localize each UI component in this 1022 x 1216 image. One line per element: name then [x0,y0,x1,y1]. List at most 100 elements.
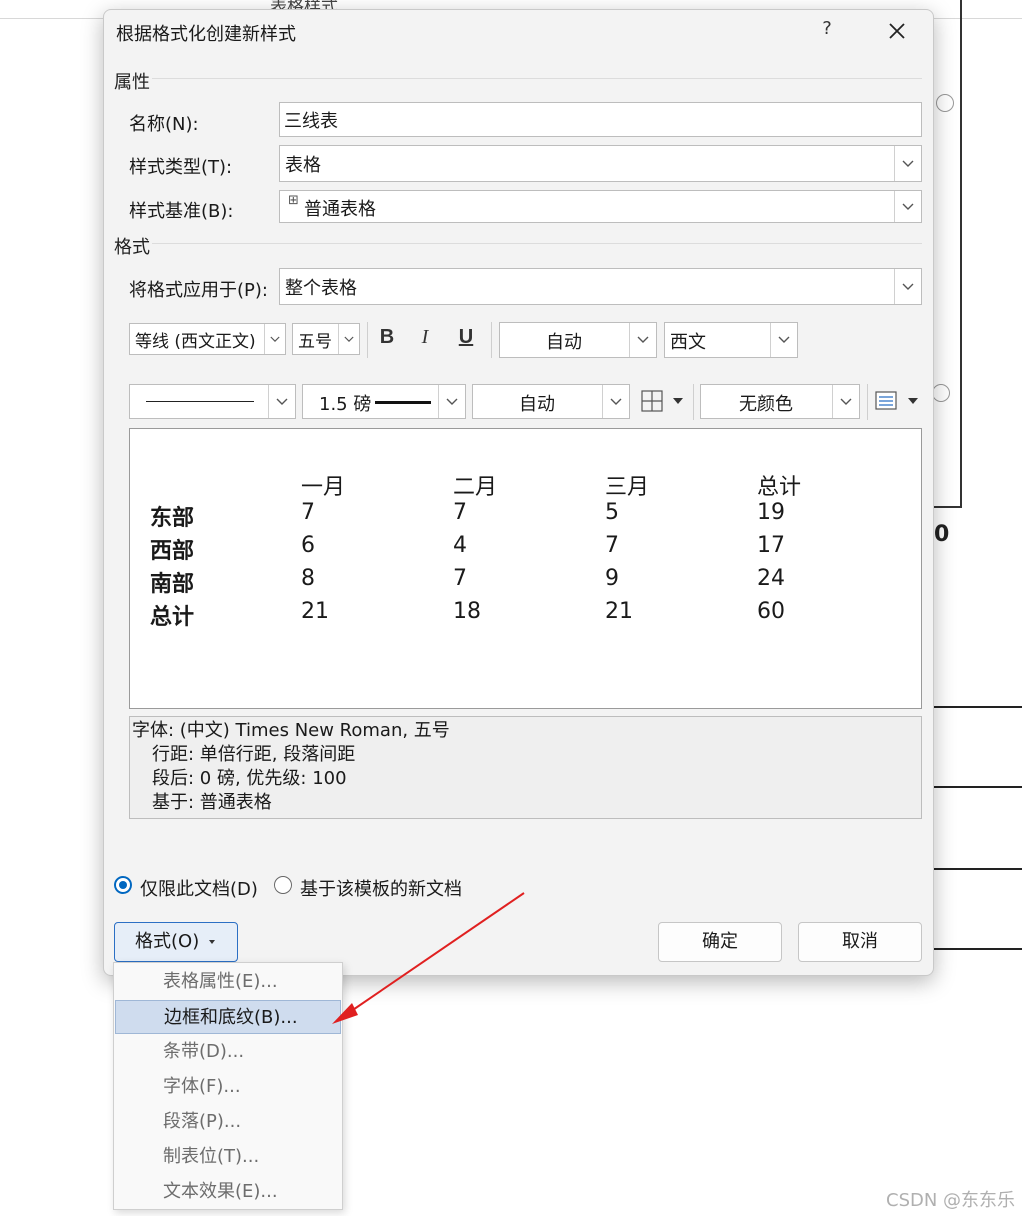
chevron-down-icon [894,269,921,304]
style-type-select[interactable]: 表格 [279,145,922,182]
section-divider [152,78,922,79]
chevron-down-icon [602,385,629,418]
font-select[interactable]: 等线 (西文正文) [129,323,286,355]
watermark: CSDN @东东乐 [886,1190,1016,1211]
preview-cell: 7 [453,566,467,591]
menu-item-table-properties[interactable]: 表格属性(E)... [115,965,341,999]
document-table-line [932,868,1022,870]
border-style-select[interactable] [129,384,296,419]
format-button-label: 格式(O) [135,931,200,952]
font-value: 等线 (西文正文) [135,332,256,352]
borders-button[interactable] [640,388,690,416]
section-divider [152,243,922,244]
shading-select[interactable]: 无颜色 [700,384,860,419]
alignment-button[interactable] [874,388,924,416]
font-size-select[interactable]: 五号 [292,323,360,355]
bold-button[interactable]: B [374,326,400,349]
border-weight-select[interactable]: 1.5 磅 [302,384,466,419]
toolbar-separator [367,322,368,358]
menu-item-label: 制表位(T)... [163,1146,260,1167]
style-based-value: 普通表格 [304,199,376,220]
chevron-down-icon [770,323,797,357]
underline-button[interactable]: U [453,326,479,349]
preview-cell: 7 [453,500,467,525]
preview-cell: 17 [757,533,785,558]
preview-cell: 60 [757,599,785,624]
document-table-line [932,786,1022,788]
script-select[interactable]: 西文 [664,322,798,358]
description-line: 基于: 普通表格 [152,792,272,813]
italic-button[interactable]: I [412,326,438,349]
style-based-select[interactable]: ⊞ 普通表格 [279,190,922,223]
chevron-down-icon [894,146,921,181]
preview-header: 一月 [301,475,346,500]
preview-cell: 18 [453,599,481,624]
format-section-label: 格式 [114,237,150,258]
font-color-select[interactable]: 自动 [499,322,657,358]
style-based-label: 样式基准(B): [129,201,234,222]
style-description: 字体: (中文) Times New Roman, 五号 行距: 单倍行距, 段… [129,716,922,819]
border-color-select[interactable]: 自动 [472,384,630,419]
chevron-down-icon [268,385,295,418]
toolbar-separator [867,384,868,420]
name-input[interactable]: 三线表 [279,102,922,137]
menu-item-borders-shading[interactable]: 边框和底纹(B)... [115,1000,341,1034]
menu-item-label: 段落(P)... [163,1111,242,1132]
handle-circle-icon [936,94,954,112]
border-weight-value: 1.5 磅 [319,394,372,415]
menu-item-label: 文本效果(E)... [163,1181,278,1202]
preview-cell: 7 [301,500,315,525]
template-radio[interactable] [274,876,292,894]
ok-button[interactable]: 确定 [658,922,782,962]
close-button[interactable] [882,16,912,46]
menu-item-banding[interactable]: 条带(D)... [115,1035,341,1069]
cancel-button[interactable]: 取消 [798,922,922,962]
menu-item-text-effects[interactable]: 文本效果(E)... [115,1175,341,1209]
shading-value: 无颜色 [739,394,793,415]
preview-row-label: 西部 [150,539,195,564]
menu-item-paragraph[interactable]: 段落(P)... [115,1105,341,1139]
document-axis-zero: 0 [934,522,950,547]
preview-header: 二月 [453,475,498,500]
apply-to-select[interactable]: 整个表格 [279,268,922,305]
toolbar-separator [693,384,694,420]
font-size-value: 五号 [298,332,332,352]
border-weight-sample [375,401,431,404]
document-frame [930,0,962,508]
preview-cell: 8 [301,566,315,591]
preview-cell: 6 [301,533,315,558]
handle-circle-icon [932,384,950,402]
description-line: 段后: 0 磅, 优先级: 100 [152,768,347,789]
style-type-label: 样式类型(T): [129,157,233,178]
chevron-down-icon [338,324,359,354]
new-style-dialog: 根据格式化创建新样式 ? 属性 名称(N): 三线表 样式类型(T): 表格 样… [103,9,934,976]
apply-to-value: 整个表格 [285,278,357,299]
style-preview: 一月 二月 三月 总计 东部 7 7 5 19 西部 6 4 7 17 南部 8… [129,428,922,709]
menu-item-tabs[interactable]: 制表位(T)... [115,1140,341,1174]
chevron-down-icon [832,385,859,418]
menu-item-font[interactable]: 字体(F)... [115,1070,341,1104]
border-line-sample [146,401,254,402]
description-line: 行距: 单倍行距, 段落间距 [152,744,356,765]
menu-item-label: 字体(F)... [163,1076,241,1097]
menu-item-label: 条带(D)... [163,1041,245,1062]
properties-section-label: 属性 [114,72,150,93]
chevron-down-icon [438,385,465,418]
preview-cell: 19 [757,500,785,525]
format-dropdown-menu: 表格属性(E)... 边框和底纹(B)... 条带(D)... 字体(F)...… [113,962,343,1210]
preview-row-label: 东部 [150,506,195,531]
style-type-value: 表格 [285,155,321,176]
border-color-value: 自动 [519,394,555,415]
this-document-radio[interactable] [114,876,132,894]
description-line: 字体: (中文) Times New Roman, 五号 [132,720,450,741]
preview-cell: 24 [757,566,785,591]
all-borders-icon [641,390,683,412]
preview-cell: 7 [605,533,619,558]
help-button[interactable]: ? [816,18,838,44]
template-label[interactable]: 基于该模板的新文档 [300,875,462,901]
preview-cell: 5 [605,500,619,525]
this-document-label[interactable]: 仅限此文档(D) [140,875,258,901]
preview-row-label: 南部 [150,572,195,597]
close-icon [889,23,905,39]
format-menu-button[interactable]: 格式(O) [114,922,238,962]
